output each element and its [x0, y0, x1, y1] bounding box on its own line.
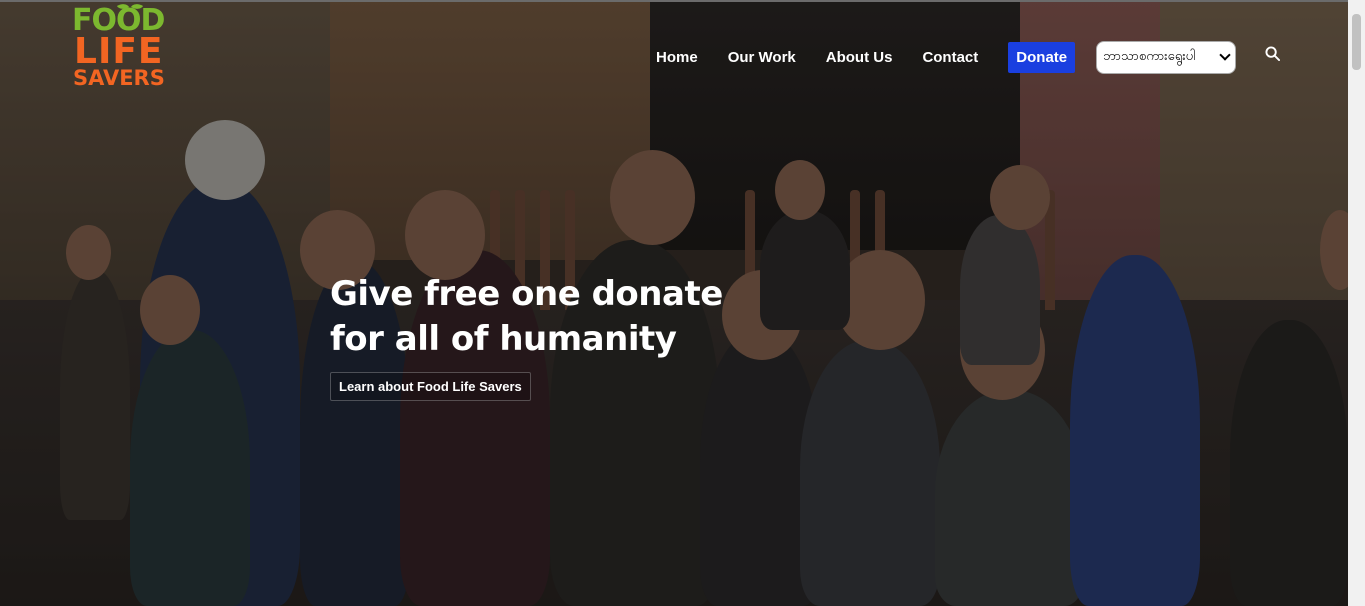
logo-life-text: LIFE	[74, 31, 164, 72]
window-top-border	[0, 0, 1365, 2]
logo-savers-text: SAVERS	[73, 66, 165, 90]
scrollbar-thumb[interactable]	[1352, 14, 1361, 70]
page: FOOD LIFE SAVERS Home Our Work About Us …	[0, 0, 1365, 606]
hero-title: Give free one donate for all of humanity	[330, 274, 723, 359]
learn-more-button[interactable]: Learn about Food Life Savers	[330, 372, 531, 401]
donate-button[interactable]: Donate	[1008, 41, 1076, 73]
search-icon[interactable]	[1265, 46, 1280, 61]
nav-our-work[interactable]: Our Work	[728, 49, 796, 66]
language-select[interactable]: ဘာသာစကားရွေးပါ	[1096, 40, 1237, 74]
main-nav: Home Our Work About Us Contact Donate ဘာ…	[656, 40, 1237, 74]
logo-food-text: FOOD	[72, 3, 165, 38]
scrollbar[interactable]	[1348, 0, 1365, 606]
chevron-down-icon	[1219, 49, 1231, 61]
nav-home[interactable]: Home	[656, 49, 698, 66]
nav-about-us[interactable]: About Us	[826, 49, 893, 66]
language-select-value: ဘာသာစကားရွေးပါ	[1103, 47, 1196, 63]
hero-content: Give free one donate for all of humanity…	[330, 272, 730, 401]
nav-contact[interactable]: Contact	[922, 49, 978, 66]
site-logo[interactable]: FOOD LIFE SAVERS	[70, 0, 182, 90]
